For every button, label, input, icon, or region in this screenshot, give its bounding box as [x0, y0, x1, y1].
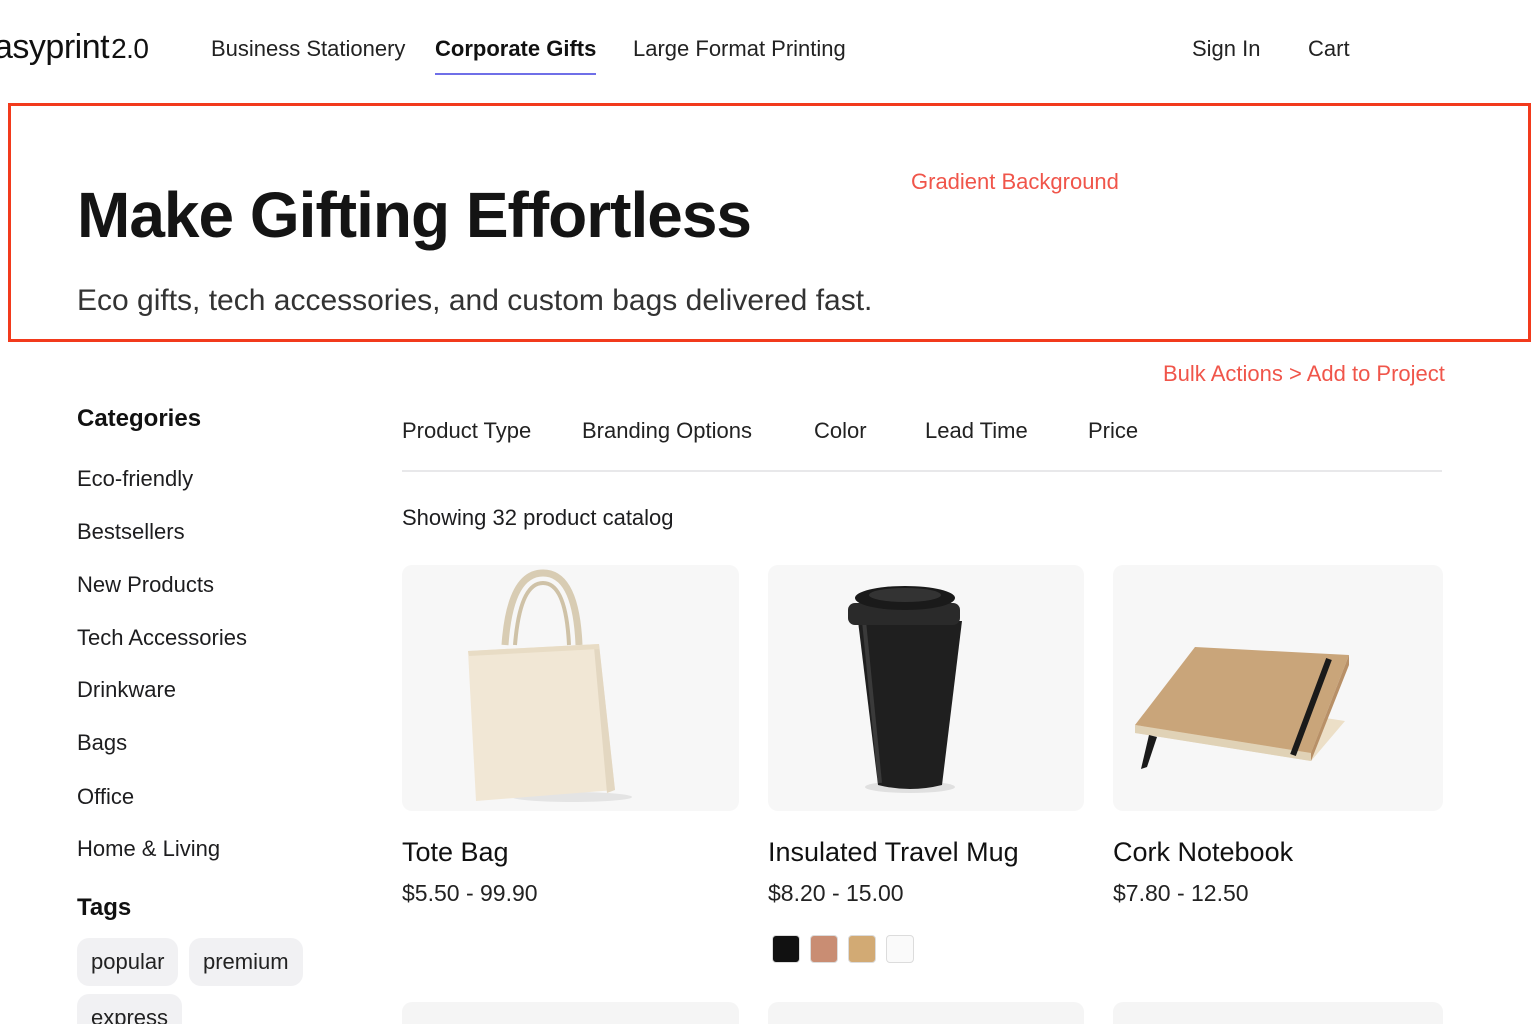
color-swatch-white[interactable] — [886, 935, 914, 963]
product-name[interactable]: Cork Notebook — [1113, 837, 1293, 868]
nav-link-large-format-printing[interactable]: Large Format Printing — [633, 36, 846, 62]
tag-express[interactable]: express — [77, 994, 183, 1024]
hero-subtitle: Eco gifts, tech accessories, and custom … — [77, 284, 873, 317]
filter-color[interactable]: Color — [814, 418, 867, 444]
product-name[interactable]: Insulated Travel Mug — [768, 837, 1019, 868]
product-name[interactable]: Tote Bag — [402, 837, 509, 868]
tags-heading: Tags — [77, 894, 132, 921]
logo[interactable]: asyprint2.0 — [0, 28, 149, 67]
color-swatch-terracotta[interactable] — [810, 935, 838, 963]
filter-bar: Product Type Branding Options Color Lead… — [402, 418, 1442, 472]
cork-notebook-image[interactable] — [1113, 565, 1443, 811]
filter-branding-options[interactable]: Branding Options — [582, 418, 752, 444]
product-price: $5.50 - 99.90 — [402, 880, 538, 906]
sign-in-link[interactable]: Sign In — [1192, 36, 1261, 62]
product-price: $7.80 - 12.50 — [1113, 880, 1249, 906]
nav-link-business-stationery[interactable]: Business Stationery — [211, 36, 405, 62]
category-bags[interactable]: Bags — [77, 730, 127, 756]
filter-product-type[interactable]: Product Type — [402, 418, 531, 444]
category-home-living[interactable]: Home & Living — [77, 836, 220, 862]
nav-link-corporate-gifts[interactable]: Corporate Gifts — [435, 36, 597, 75]
color-swatch-black[interactable] — [772, 935, 800, 963]
hero-banner: Make Gifting Effortless Eco gifts, tech … — [8, 103, 1531, 342]
product-price: $8.20 - 15.00 — [768, 880, 904, 906]
product-card-placeholder[interactable] — [402, 1002, 739, 1024]
gradient-background-annotation: Gradient Background — [911, 169, 1119, 194]
filter-lead-time[interactable]: Lead Time — [925, 418, 1028, 444]
travel-mug-image[interactable] — [768, 565, 1084, 811]
product-card-placeholder[interactable] — [768, 1002, 1084, 1024]
travel-mug-icon — [848, 586, 962, 793]
category-eco-friendly[interactable]: Eco-friendly — [77, 466, 193, 492]
category-office[interactable]: Office — [77, 784, 134, 810]
category-drinkware[interactable]: Drinkware — [77, 677, 176, 703]
hero-title: Make Gifting Effortless — [77, 179, 752, 251]
cart-link[interactable]: Cart — [1308, 36, 1350, 62]
logo-text: asyprint — [0, 28, 110, 66]
tote-bag-icon — [468, 569, 632, 802]
product-card-placeholder[interactable] — [1113, 1002, 1443, 1024]
logo-version: 2.0 — [111, 33, 149, 64]
results-count: Showing 32 product catalog — [402, 505, 674, 530]
filter-price[interactable]: Price — [1088, 418, 1138, 444]
categories-heading: Categories — [77, 405, 202, 432]
cork-notebook-icon — [1135, 647, 1349, 769]
category-new-products[interactable]: New Products — [77, 572, 214, 598]
category-bestsellers[interactable]: Bestsellers — [77, 519, 185, 545]
tag-premium[interactable]: premium — [189, 938, 303, 986]
top-navigation: asyprint2.0 Business Stationery Corporat… — [0, 0, 1536, 100]
tote-bag-image[interactable] — [402, 565, 739, 811]
color-swatch-tan[interactable] — [848, 935, 876, 963]
category-tech-accessories[interactable]: Tech Accessories — [77, 625, 247, 651]
tag-popular[interactable]: popular — [77, 938, 179, 986]
bulk-actions-annotation: Bulk Actions > Add to Project — [1163, 361, 1445, 386]
